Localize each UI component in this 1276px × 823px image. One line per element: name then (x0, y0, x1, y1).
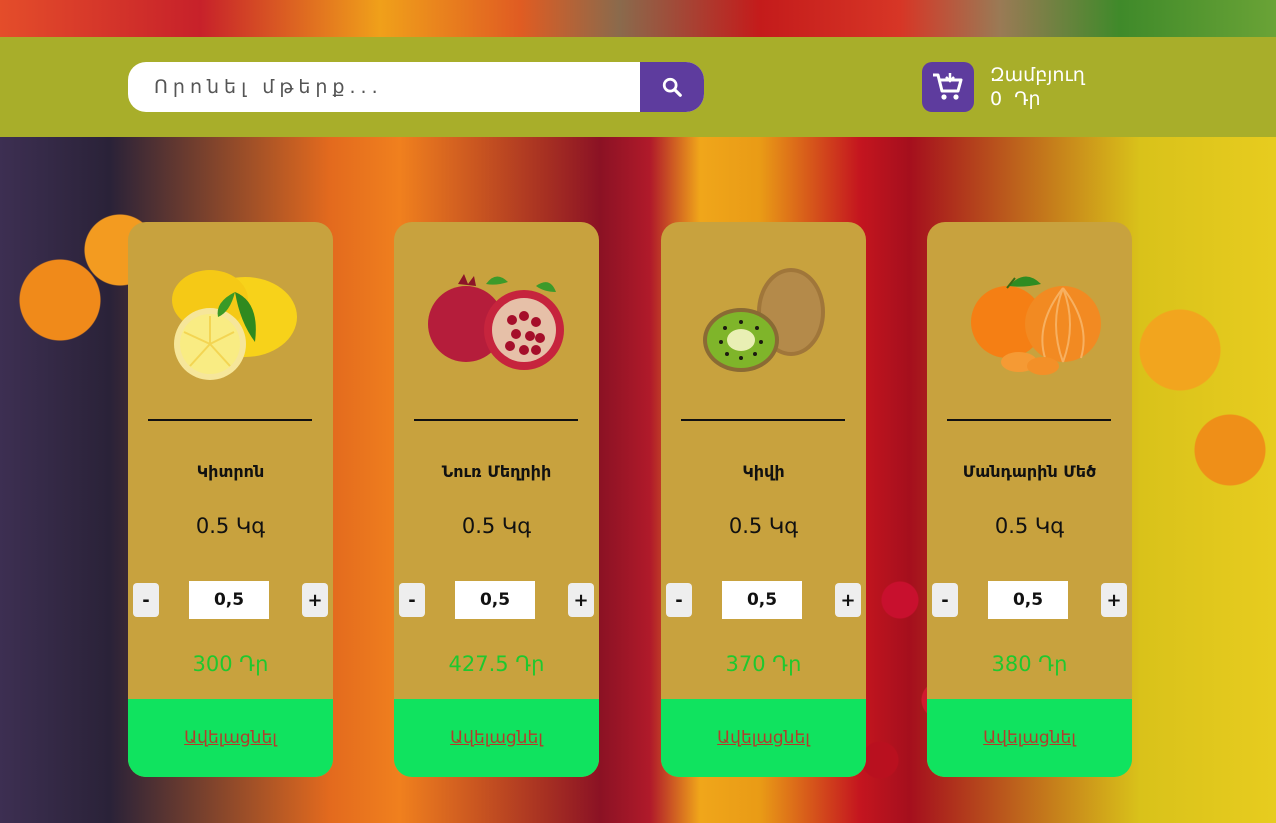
decrease-button[interactable]: - (932, 583, 958, 617)
product-name: Նուռ Մեղրիի (441, 462, 552, 481)
increase-button[interactable]: + (302, 583, 328, 617)
product-weight: 0.5 Կգ (195, 514, 266, 538)
product-card: Կիտրոն 0.5 Կգ - + 300 Դր Ավելացնել (128, 222, 333, 777)
cart-icon[interactable] (922, 62, 974, 112)
divider (414, 419, 578, 421)
product-card: Կիվի 0.5 Կգ - + 370 Դր Ավելացնել (661, 222, 866, 777)
product-price: 300 Դր (192, 652, 269, 676)
divider (947, 419, 1111, 421)
tangerine-image (971, 276, 1101, 375)
product-weight: 0.5 Կգ (728, 514, 799, 538)
increase-button[interactable]: + (568, 583, 594, 617)
cart-total: 0 Դր (990, 88, 1041, 110)
search-bar (128, 62, 704, 112)
kiwi-image (703, 268, 825, 372)
decrease-button[interactable]: - (399, 583, 425, 617)
product-name: Կիտրոն (196, 462, 265, 481)
add-to-cart-link[interactable]: Ավելացնել (184, 728, 277, 748)
product-card: Մանդարին Մեծ 0.5 Կգ - + 380 Դր Ավելացնել (927, 222, 1132, 777)
quantity-input[interactable] (722, 581, 802, 619)
divider (148, 419, 312, 421)
product-name: Կիվի (742, 462, 785, 481)
add-to-cart-link[interactable]: Ավելացնել (983, 728, 1076, 748)
product-price: 427.5 Դր (448, 652, 545, 676)
search-button[interactable] (640, 62, 704, 112)
product-weight: 0.5 Կգ (461, 514, 532, 538)
quantity-stepper: - + (927, 580, 1132, 620)
product-price: 380 Դր (991, 652, 1068, 676)
decrease-button[interactable]: - (666, 583, 692, 617)
quantity-stepper: - + (661, 580, 866, 620)
search-input[interactable] (128, 62, 664, 112)
quantity-stepper: - + (394, 580, 599, 620)
product-weight: 0.5 Կգ (994, 514, 1065, 538)
add-to-cart-link[interactable]: Ավելացնել (717, 728, 810, 748)
product-price: 370 Դր (725, 652, 802, 676)
divider (681, 419, 845, 421)
product-card: Նուռ Մեղրիի 0.5 Կգ - + 427.5 Դր Ավելացնե… (394, 222, 599, 777)
lemon-image (172, 270, 297, 380)
add-to-cart-button[interactable]: Ավելացնել (661, 699, 866, 777)
product-name: Մանդարին Մեծ (962, 462, 1097, 481)
increase-button[interactable]: + (835, 583, 861, 617)
increase-button[interactable]: + (1101, 583, 1127, 617)
search-icon (662, 77, 682, 97)
add-to-cart-link[interactable]: Ավելացնել (450, 728, 543, 748)
decrease-button[interactable]: - (133, 583, 159, 617)
add-to-cart-button[interactable]: Ավելացնել (394, 699, 599, 777)
quantity-input[interactable] (455, 581, 535, 619)
quantity-stepper: - + (128, 580, 333, 620)
cart-summary: Զամբյուղ 0 Դր (990, 63, 1085, 111)
pomegranate-image (428, 274, 564, 370)
add-to-cart-button[interactable]: Ավելացնել (128, 699, 333, 777)
header: Զամբյուղ 0 Դր (0, 37, 1276, 137)
banner-image (0, 0, 1276, 37)
cart[interactable]: Զամբյուղ 0 Դր (922, 62, 1085, 112)
quantity-input[interactable] (988, 581, 1068, 619)
quantity-input[interactable] (189, 581, 269, 619)
add-to-cart-button[interactable]: Ավելացնել (927, 699, 1132, 777)
cart-label: Զամբյուղ (990, 64, 1085, 86)
